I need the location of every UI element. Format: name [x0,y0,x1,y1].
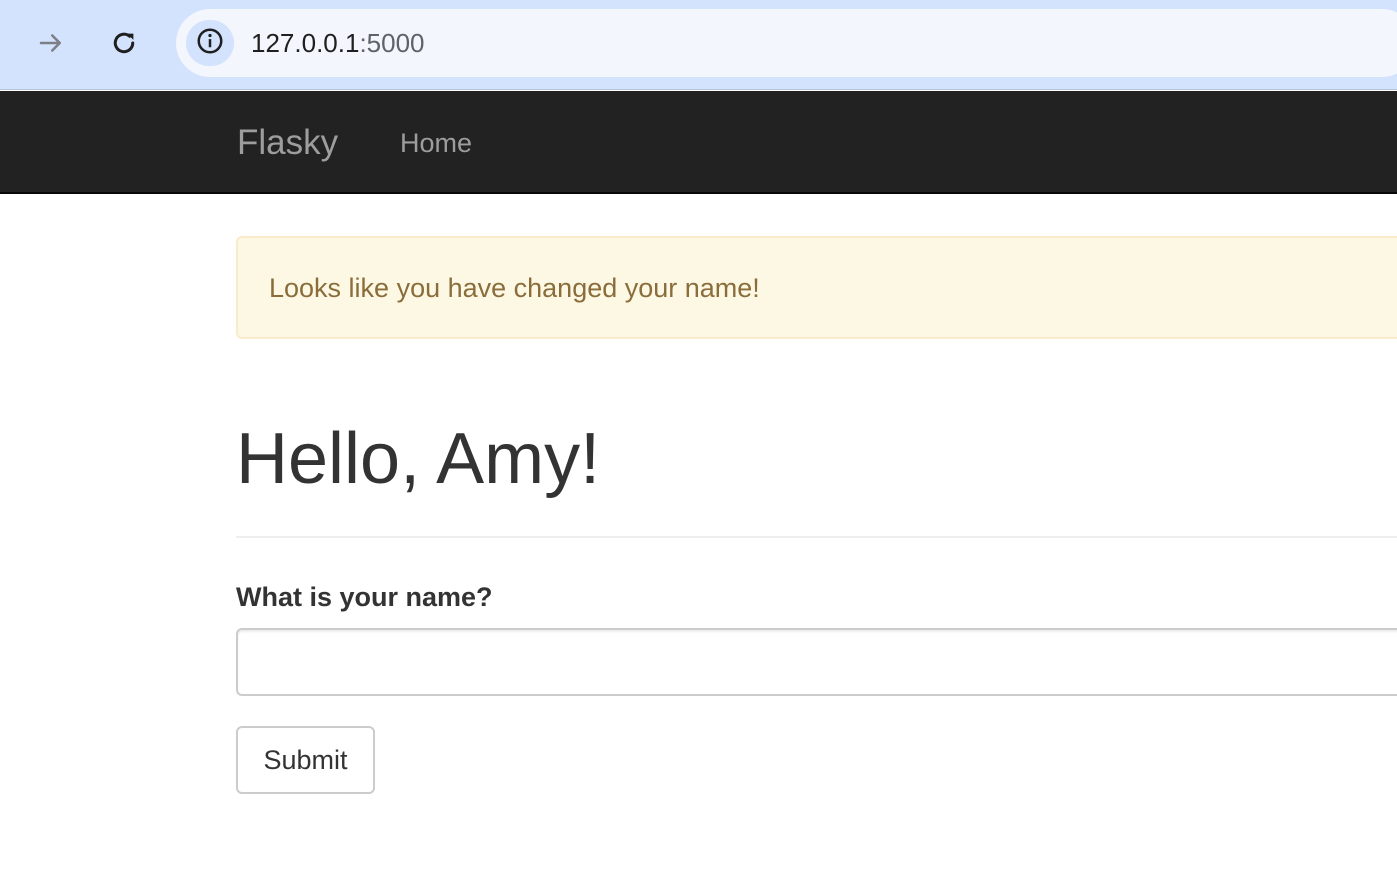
arrow-right-icon [36,28,66,58]
name-input[interactable] [236,628,1397,696]
forward-button[interactable] [30,22,72,64]
browser-toolbar: 127.0.0.1:5000 [0,0,1397,90]
nav-link-home[interactable]: Home [400,127,472,159]
header-divider [236,536,1397,538]
url-text[interactable]: 127.0.0.1:5000 [251,28,425,58]
page-title: Hello, Amy! [236,419,601,499]
reload-button[interactable] [103,22,145,64]
flash-alert: Looks like you have changed your name! [236,236,1397,339]
url-port: :5000 [359,28,425,58]
site-info-button[interactable] [186,20,234,66]
site-navbar [0,91,1397,194]
submit-button[interactable]: Submit [236,726,375,794]
alert-message: Looks like you have changed your name! [269,273,760,303]
address-bar[interactable]: 127.0.0.1:5000 [176,9,1397,77]
name-field-label: What is your name? [236,582,493,612]
info-icon [195,26,225,61]
reload-icon [109,28,139,58]
brand-link[interactable]: Flasky [237,122,338,164]
url-host: 127.0.0.1 [251,28,360,58]
